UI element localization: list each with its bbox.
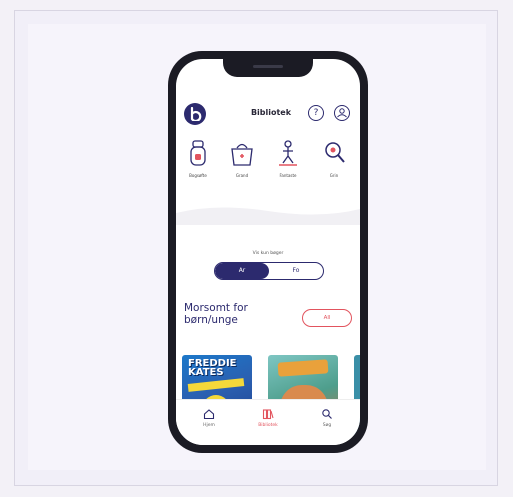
toggle-option-active[interactable]: Ar — [215, 263, 269, 279]
search-icon — [322, 409, 332, 419]
tab-library[interactable]: Bibliotek — [243, 408, 293, 428]
figure-icon — [279, 140, 297, 166]
cover-banner — [187, 378, 245, 392]
category-grin[interactable]: Grin — [314, 139, 354, 178]
category-grand[interactable]: Grand — [222, 139, 262, 178]
book-cover-title: FREDDIE KATES — [188, 358, 237, 378]
bottle-icon — [190, 140, 206, 166]
wave-divider — [176, 207, 360, 225]
toggle-label: Vis kun bøger — [252, 251, 284, 256]
section-title: Morsomt for børn/unge — [184, 302, 248, 326]
category-label: Bogsøfte — [189, 173, 207, 178]
format-toggle: Ar Fo — [214, 262, 324, 280]
tab-label: Søg — [322, 423, 332, 428]
category-label: Grand — [235, 173, 249, 178]
app-logo-icon[interactable] — [184, 103, 206, 125]
app-header: Bibliotek ? — [176, 101, 360, 129]
category-bogsofte[interactable]: Bogsøfte — [178, 139, 218, 178]
tab-label: Hjem — [203, 423, 215, 428]
toggle-option-inactive[interactable]: Fo — [269, 263, 323, 279]
phone-screen: Bibliotek ? Bogsøfte Grand Fantaste Grin… — [176, 59, 360, 445]
tab-home[interactable]: Hjem — [184, 408, 234, 428]
category-label: Fantaste — [279, 173, 297, 178]
home-icon — [203, 409, 215, 420]
account-icon[interactable] — [334, 105, 350, 121]
cover-title-block — [277, 359, 329, 377]
bag-icon — [231, 143, 253, 166]
category-label: Grin — [329, 173, 339, 178]
tab-search[interactable]: Søg — [302, 408, 352, 428]
phone-notch — [223, 59, 313, 77]
category-fantaste[interactable]: Fantaste — [268, 139, 308, 178]
bottom-tab-bar: Hjem Bibliotek Søg — [176, 399, 360, 445]
tab-label: Bibliotek — [258, 423, 278, 428]
page-title: Bibliotek — [250, 108, 292, 117]
see-all-button[interactable]: All — [302, 309, 352, 327]
phone-mockup: Bibliotek ? Bogsøfte Grand Fantaste Grin… — [168, 51, 368, 453]
magnify-icon — [325, 142, 345, 163]
library-icon — [262, 409, 274, 420]
help-button[interactable]: ? — [308, 105, 324, 121]
